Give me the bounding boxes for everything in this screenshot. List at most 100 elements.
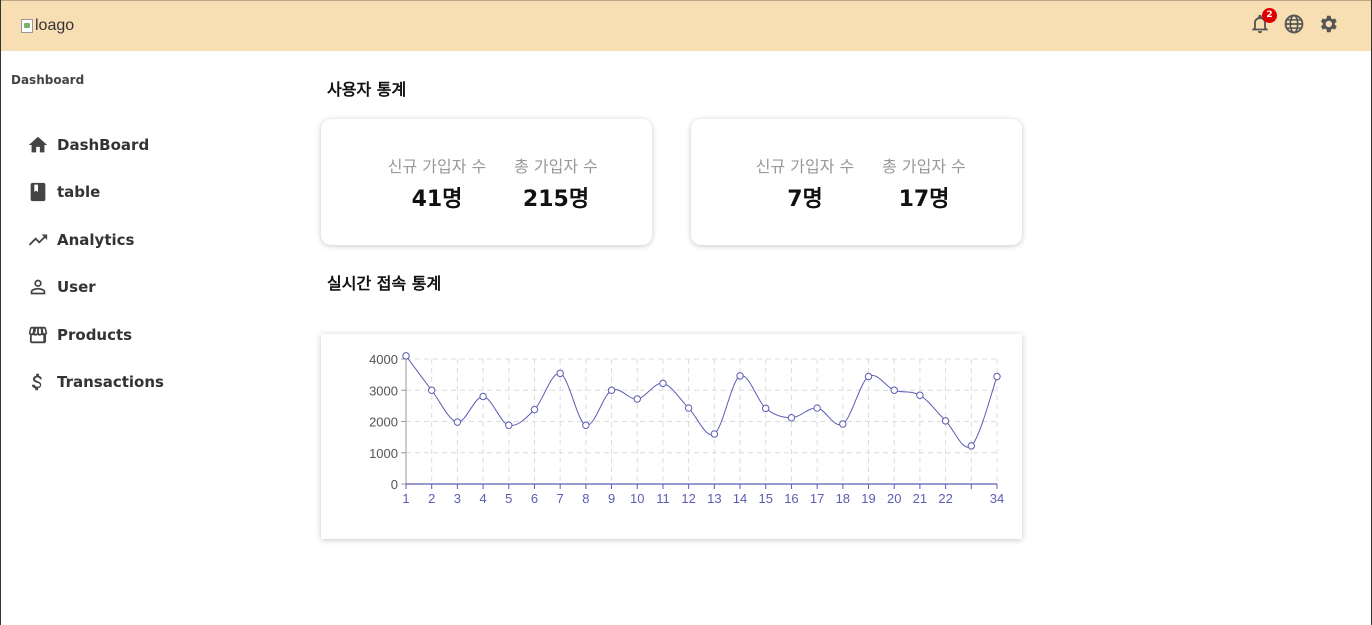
data-point <box>941 417 950 425</box>
x-tick-label: 11 <box>656 491 670 506</box>
sidebar-item-label: Products <box>57 325 133 344</box>
realtime-line-chart: 010002000300040001 2 3 4 5 6 7 8 9 10 11 12 13 14 15 16… <box>369 352 1004 506</box>
x-tick-label: 17 <box>810 491 824 506</box>
book-icon <box>30 183 46 202</box>
realtime-chart-card: 0 1000 2000 3000 4000 1 2 3 4 5 6 7 8 9 10 11 12 13 14 15 16… <box>321 334 1022 539</box>
sidebar-nav: DashBoard table Analytics User Products … <box>27 121 164 406</box>
x-tick-label: 20 <box>887 491 901 506</box>
sidebar-item-label: table <box>57 183 101 202</box>
sidebar-item-analytics[interactable]: Analytics <box>27 216 164 264</box>
gear-icon <box>1320 15 1337 33</box>
data-point <box>787 414 796 422</box>
settings-button[interactable] <box>1317 13 1339 35</box>
stat-value: 41명 <box>411 187 463 212</box>
trending-up-icon <box>28 234 48 246</box>
store-icon <box>28 326 48 343</box>
sidebar-item-label: User <box>57 278 96 297</box>
home-icon <box>28 136 48 153</box>
x-tick-label: 7 <box>557 491 564 506</box>
x-tick-label: 22 <box>938 491 952 506</box>
sidebar: Dashboard DashBoard table Analytics User… <box>1 51 291 625</box>
notification-badge: 2 <box>1262 8 1277 23</box>
x-tick-label: 16 <box>784 491 798 506</box>
stat-value: 17명 <box>898 187 950 212</box>
stat-value: 215명 <box>522 187 590 212</box>
total-users-stat: 총 가입자 수 17명 <box>869 153 979 213</box>
y-tick-label: 4000 <box>369 352 398 367</box>
stats-card: 신규 가입자 수 41명 총 가입자 수 215명 <box>321 119 652 245</box>
total-users-stat: 총 가입자 수 215명 <box>501 153 611 213</box>
y-tick-label: 2000 <box>369 415 398 430</box>
data-point <box>556 369 564 378</box>
x-tick-label: 3 <box>454 491 461 506</box>
sidebar-item-label: Transactions <box>57 373 164 392</box>
data-point <box>427 386 436 394</box>
notification-button[interactable]: 2 <box>1249 8 1277 35</box>
data-point <box>710 430 719 438</box>
sidebar-item-label: Analytics <box>57 230 135 249</box>
stat-label: 신규 가입자 수 <box>387 157 487 176</box>
stat-label: 총 가입자 수 <box>514 157 598 176</box>
header-icons: 2 <box>1249 8 1339 35</box>
x-tick-label: 4 <box>479 491 486 506</box>
sidebar-title: Dashboard <box>11 73 85 87</box>
sidebar-item-dashboard[interactable]: DashBoard <box>27 121 164 169</box>
x-tick-label: 13 <box>707 491 721 506</box>
x-tick-label: 2 <box>428 491 435 506</box>
new-users-stat: 신규 가입자 수 41명 <box>379 153 495 213</box>
x-tick-label: 14 <box>733 491 747 506</box>
realtime-stats-title: 실시간 접속 통계 <box>327 274 442 293</box>
data-point <box>479 392 487 401</box>
user-icon <box>30 279 46 295</box>
data-point <box>659 379 667 388</box>
sidebar-item-table[interactable]: table <box>27 169 164 217</box>
data-point <box>505 421 513 429</box>
data-point <box>633 395 641 403</box>
broken-image-icon <box>21 19 33 33</box>
data-point <box>839 420 847 428</box>
data-point <box>813 404 821 412</box>
x-tick-label: 6 <box>531 491 538 506</box>
x-tick-label: 8 <box>582 491 589 506</box>
data-point <box>530 405 539 414</box>
x-tick-label: 15 <box>759 491 773 506</box>
data-point <box>453 418 462 426</box>
language-button[interactable] <box>1283 13 1305 35</box>
logo-alt-text: loago <box>35 17 75 34</box>
x-tick-label: 34 <box>990 491 1004 506</box>
x-tick-label: 18 <box>836 491 850 506</box>
globe-icon <box>1284 14 1304 34</box>
stat-label: 총 가입자 수 <box>882 157 966 176</box>
y-tick-label: 1000 <box>369 446 398 461</box>
x-tick-label: 21 <box>913 491 927 506</box>
dollar-icon <box>31 374 42 391</box>
y-tick-label: 3000 <box>369 383 398 398</box>
data-point <box>684 404 693 412</box>
new-users-stat: 신규 가입자 수 7명 <box>747 153 863 213</box>
x-tick-label: 10 <box>630 491 644 506</box>
data-point <box>890 386 898 394</box>
y-tick-label: 0 <box>391 477 398 492</box>
data-point <box>736 372 744 380</box>
data-point <box>967 442 976 450</box>
data-point <box>607 386 616 394</box>
series-line <box>405 355 998 448</box>
data-point <box>762 404 770 413</box>
x-tick-label: 19 <box>861 491 875 506</box>
stats-card: 신규 가입자 수 7명 총 가입자 수 17명 <box>691 119 1022 245</box>
x-tick-label: 1 <box>402 491 409 506</box>
x-tick-label: 5 <box>505 491 512 506</box>
logo[interactable]: loago <box>21 17 74 35</box>
sidebar-item-products[interactable]: Products <box>27 311 164 359</box>
user-stats-title: 사용자 통계 <box>327 80 407 99</box>
sidebar-item-label: DashBoard <box>57 135 150 154</box>
stat-label: 신규 가입자 수 <box>755 157 855 176</box>
top-header: loago 2 <box>1 0 1371 51</box>
x-tick-label: 12 <box>681 491 695 506</box>
data-point <box>916 391 924 399</box>
data-point <box>993 372 1001 381</box>
sidebar-item-user[interactable]: User <box>27 264 164 312</box>
sidebar-item-transactions[interactable]: Transactions <box>27 359 164 407</box>
data-point <box>402 352 410 360</box>
stat-value: 7명 <box>787 187 823 212</box>
